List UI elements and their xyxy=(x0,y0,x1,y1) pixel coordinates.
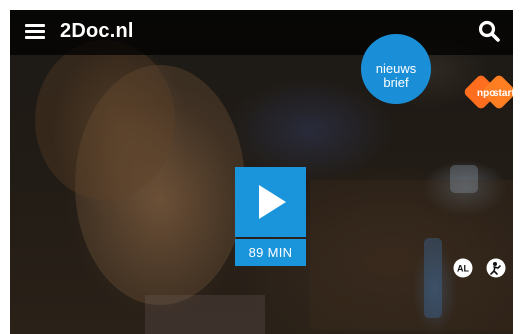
play-icon xyxy=(259,185,286,219)
video-poster: 2Doc.nl nieuws brief npo start 89 MIN AL xyxy=(10,10,513,334)
hamburger-menu-icon[interactable] xyxy=(25,23,45,40)
newsletter-line-1: nieuws xyxy=(375,61,417,76)
fear-rating-graphic xyxy=(486,258,506,278)
npo-start-logo[interactable]: npo start xyxy=(462,69,513,117)
newsletter-line-2: brief xyxy=(383,75,409,90)
npo-start-logo-graphic: npo start xyxy=(464,75,513,109)
newsletter-button[interactable]: nieuws brief xyxy=(361,34,431,104)
menu-line-top xyxy=(25,24,45,27)
age-rating-label: AL xyxy=(457,264,469,274)
top-bar: 2Doc.nl xyxy=(10,10,513,55)
fear-rating-icon xyxy=(486,258,506,278)
age-rating-al-graphic: AL xyxy=(453,258,473,278)
menu-line-middle xyxy=(25,30,45,33)
duration-badge: 89 MIN xyxy=(235,239,306,266)
search-icon[interactable] xyxy=(477,19,501,43)
age-rating-al-icon: AL xyxy=(453,258,473,278)
menu-line-bottom xyxy=(25,36,45,39)
search-icon-graphic xyxy=(478,20,500,42)
site-title[interactable]: 2Doc.nl xyxy=(60,19,134,43)
npo-logo-right-text: start xyxy=(493,88,513,99)
play-button[interactable] xyxy=(235,167,306,237)
